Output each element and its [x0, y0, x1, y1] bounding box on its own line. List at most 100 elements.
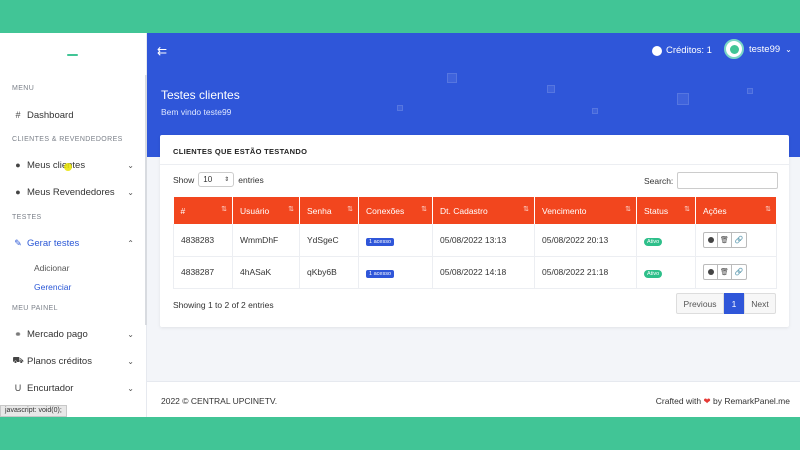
decor-square — [592, 108, 598, 114]
sort-icon: ⇅ — [523, 206, 529, 213]
previous-page-button[interactable]: Previous — [676, 293, 724, 314]
decor-square — [547, 85, 555, 93]
section-clientes: CLIENTES & REVENDEDORES — [12, 136, 123, 143]
cell-vencimento: 05/08/2022 20:13 — [534, 224, 637, 257]
magnet-icon: U — [14, 383, 22, 393]
delete-button[interactable]: 🗑 — [718, 232, 732, 247]
crafted-suffix[interactable]: by RemarkPanel.me — [713, 396, 790, 406]
trash-icon: 🗑 — [720, 269, 729, 276]
sidebar-sub-gerenciar[interactable]: Gerenciar — [34, 282, 71, 292]
sidebar-sub-adicionar[interactable]: Adicionar — [34, 263, 69, 273]
mouse-cursor-highlight — [64, 163, 72, 171]
copyright: 2022 © CENTRAL UPCINETV. — [161, 396, 278, 406]
column-header-conexoes[interactable]: Conexões ⇅ — [358, 197, 433, 224]
table-row: 4838283 WmmDhF YdSgeC 1 acesso 05/08/202… — [173, 224, 777, 257]
sort-icon: ⇅ — [347, 206, 353, 213]
page-1-button[interactable]: 1 — [724, 293, 744, 314]
action-group: 🗑 🔗 — [703, 231, 747, 248]
hash-icon: # — [15, 110, 21, 120]
cell-cadastro: 05/08/2022 13:13 — [432, 224, 535, 257]
users-icon: ● — [15, 187, 21, 197]
delete-button[interactable]: 🗑 — [718, 265, 732, 279]
renew-button[interactable] — [704, 232, 718, 247]
select-arrows-icon: ⇕ — [224, 177, 230, 183]
next-page-button[interactable]: Next — [744, 293, 776, 314]
cell-conexoes: 1 acesso — [358, 224, 433, 257]
section-meu-painel: MEU PAINEL — [12, 305, 58, 312]
entries-value: 10 — [203, 175, 213, 184]
chevron-down-icon: ⌄ — [127, 356, 134, 366]
sort-icon: ⇅ — [421, 206, 427, 213]
credits-line: Crafted with ❤ by RemarkPanel.me — [656, 396, 790, 407]
cell-id: 4838283 — [173, 224, 233, 257]
sort-icon: ⇅ — [684, 206, 690, 213]
status-badge: Ativo — [644, 270, 663, 278]
table-row: 4838287 4hASaK qKby6B 1 acesso 05/08/202… — [173, 256, 777, 289]
page-title: Testes clientes — [161, 88, 240, 102]
chevron-down-icon: ⌄ — [127, 329, 134, 339]
page-subtitle: Bem vindo teste99 — [161, 107, 232, 117]
search-control: Search: — [644, 172, 779, 189]
search-label: Search: — [644, 175, 674, 186]
connections-badge: 1 acesso — [366, 270, 395, 278]
clients-table: # ⇅ Usuário ⇅ Senha ⇅ Conexões ⇅ Dt. Cadastr… — [173, 197, 777, 289]
table-info: Showing 1 to 2 of 2 entries — [173, 300, 274, 310]
entries-select[interactable]: 10 ⇕ — [198, 172, 235, 187]
chevron-down-icon: ⌄ — [127, 160, 134, 170]
sidebar-item-encurtador[interactable]: U Encurtador ⌄ — [12, 379, 134, 397]
sidebar-item-label: Planos créditos — [27, 355, 92, 367]
check-circle-icon — [707, 269, 714, 275]
section-testes: TESTES — [12, 214, 42, 221]
sidebar-item-planos-creditos[interactable]: ⛟ Planos créditos ⌄ — [12, 352, 134, 370]
avatar — [724, 39, 744, 59]
sidebar-item-label: Dashboard — [27, 109, 74, 121]
chevron-down-icon: ⌄ — [127, 383, 134, 393]
table-header-row: # ⇅ Usuário ⇅ Senha ⇅ Conexões ⇅ Dt. Cadastr… — [173, 197, 777, 224]
sort-icon: ⇅ — [288, 206, 294, 213]
decor-square — [677, 93, 689, 105]
column-header-usuario[interactable]: Usuário ⇅ — [232, 197, 300, 224]
cell-vencimento: 05/08/2022 21:18 — [534, 256, 637, 289]
cell-status: Ativo — [636, 224, 696, 257]
chevron-up-icon: ⌃ — [127, 238, 134, 248]
user-menu[interactable]: teste99 ⌄ — [724, 39, 792, 59]
pagination: Previous 1 Next — [676, 293, 776, 314]
column-header-cadastro[interactable]: Dt. Cadastro ⇅ — [432, 197, 535, 224]
sidebar-item-meus-clientes[interactable]: ● Meus clientes ⌄ — [12, 156, 134, 174]
sidebar-item-mercado-pago[interactable]: ⚭ Mercado pago ⌄ — [12, 325, 134, 343]
cart-icon: ⛟ — [12, 355, 24, 365]
link-button[interactable]: 🔗 — [732, 233, 746, 247]
column-header-senha[interactable]: Senha ⇅ — [299, 197, 359, 224]
cell-senha: YdSgeC — [299, 224, 359, 257]
clients-card: CLIENTES QUE ESTÃO TESTANDO Show 10 ⇕ en… — [160, 135, 789, 327]
sidebar-item-label: Meus Revendedores — [27, 186, 115, 198]
column-header-id[interactable]: # ⇅ — [173, 197, 233, 224]
edit-icon: ✎ — [14, 237, 22, 248]
decor-square — [447, 73, 457, 83]
entries-control: Show 10 ⇕ entries — [173, 172, 264, 187]
browser-status-bar: javascript: void(0); — [0, 405, 67, 417]
cell-senha: qKby6B — [299, 256, 359, 289]
cell-usuario: WmmDhF — [232, 224, 300, 257]
column-header-status[interactable]: Status ⇅ — [636, 197, 696, 224]
username: teste99 — [749, 43, 781, 55]
credits-indicator: Créditos: 1 — [652, 45, 712, 56]
sidebar-item-dashboard[interactable]: # Dashboard — [12, 106, 134, 124]
decor-square — [397, 105, 403, 111]
link-button[interactable]: 🔗 — [732, 265, 746, 279]
sidebar-item-gerar-testes[interactable]: ✎ Gerar testes ⌃ — [12, 234, 134, 252]
cell-usuario: 4hASaK — [232, 256, 300, 289]
sidebar-toggle-icon[interactable]: ⇇ — [157, 44, 167, 58]
chevron-down-icon: ⌄ — [127, 187, 134, 197]
renew-button[interactable] — [704, 265, 718, 279]
column-header-vencimento[interactable]: Vencimento ⇅ — [534, 197, 637, 224]
app-frame: MENU # Dashboard CLIENTES & REVENDEDORES… — [0, 33, 800, 417]
sidebar-item-label: Mercado pago — [27, 328, 88, 340]
heart-icon: ❤ — [703, 396, 711, 406]
column-header-acoes[interactable]: Ações ⇅ — [695, 197, 777, 224]
trash-icon: 🗑 — [720, 236, 729, 244]
divider — [160, 164, 789, 165]
sort-icon: ⇅ — [625, 206, 631, 213]
search-input[interactable] — [677, 172, 779, 189]
sidebar-item-meus-revendedores[interactable]: ● Meus Revendedores ⌄ — [12, 183, 134, 201]
